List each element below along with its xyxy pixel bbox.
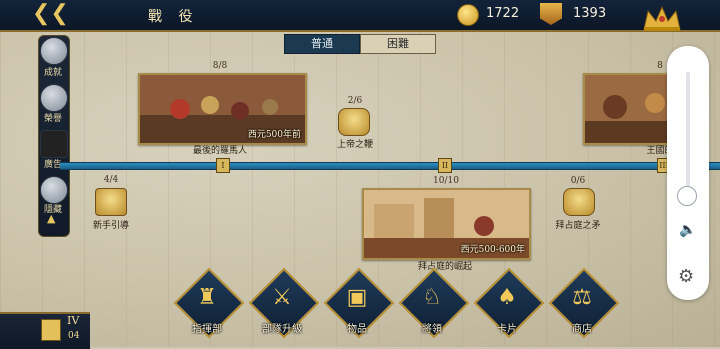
- campaign-progress: 8: [657, 61, 663, 71]
- difficulty-toggle: 普通 困難: [284, 34, 436, 54]
- page-title: 戰 役: [148, 9, 199, 25]
- chevron-up-icon[interactable]: ▲: [47, 212, 55, 225]
- menu-label-upgrade: 部隊升級: [262, 324, 302, 335]
- crossed-swords-icon: ⚔: [272, 285, 292, 310]
- gauntlet-icon[interactable]: [40, 176, 68, 204]
- era-marker-1: I: [216, 158, 230, 173]
- campaign-card-byzantium[interactable]: 西元500-600年: [362, 188, 531, 260]
- lotus-node-icon[interactable]: [338, 108, 370, 136]
- crown-icon[interactable]: [640, 3, 684, 33]
- castle-icon: ♜: [197, 285, 217, 310]
- gold-coin-icon: [457, 4, 479, 26]
- menu-label-shop: 商店: [572, 324, 592, 335]
- menu-label-items: 物品: [347, 324, 367, 335]
- campaign-title: 新手引導: [92, 221, 129, 231]
- sidebar-label-achievements: 成就: [43, 68, 62, 78]
- campaign-progress: 10/10: [433, 176, 459, 186]
- medal-count: 1393: [573, 6, 607, 21]
- gear-icon[interactable]: ⚙: [678, 266, 694, 287]
- speaker-icon[interactable]: 🔈: [679, 222, 696, 238]
- medal-icon: [540, 3, 562, 25]
- volume-slider[interactable]: [686, 72, 690, 192]
- scales-icon: ⚖: [572, 285, 592, 310]
- level-label: IV: [67, 314, 80, 327]
- campaign-era: 西元500年前: [247, 130, 301, 140]
- menu-label-hq: 指揮部: [192, 324, 222, 335]
- lotus-node-icon[interactable]: [563, 188, 595, 216]
- campaign-title: 拜占庭之矛: [555, 221, 601, 231]
- tab-hard[interactable]: 困難: [360, 34, 436, 54]
- top-bar: ❮❮ 戰 役 1722 1393: [0, 0, 720, 32]
- volume-slider-knob[interactable]: [677, 186, 697, 206]
- save-icon[interactable]: [41, 319, 61, 341]
- level-sub-label: 04: [68, 331, 80, 341]
- chest-icon: ▣: [346, 285, 368, 310]
- back-arrow-icon[interactable]: ❮❮: [32, 2, 69, 26]
- sword-icon[interactable]: [40, 84, 68, 112]
- campaign-progress: 2/6: [347, 96, 363, 106]
- campaign-progress: 4/4: [103, 175, 119, 185]
- campaign-era: 西元500-600年: [460, 245, 525, 255]
- timeline: [60, 162, 720, 170]
- menu-label-cards: 卡片: [497, 324, 517, 335]
- trophy-icon[interactable]: [40, 37, 68, 65]
- gold-count: 1722: [486, 6, 520, 21]
- era-marker-2: II: [438, 158, 452, 173]
- campaign-card-last-roman[interactable]: 西元500年前: [138, 73, 307, 145]
- film-icon[interactable]: [40, 130, 68, 158]
- tab-normal[interactable]: 普通: [284, 34, 360, 54]
- campaign-progress: 8/8: [212, 61, 228, 71]
- campaign-title: 最後的羅馬人: [192, 146, 247, 156]
- tutorial-node-icon[interactable]: [95, 188, 127, 216]
- menu-label-generals: 將領: [422, 324, 442, 335]
- campaign-title: 拜占庭的崛起: [417, 262, 472, 272]
- cards-icon: ♠: [497, 285, 517, 310]
- helmet-icon: ♘: [422, 285, 442, 310]
- sidebar-label-honor: 榮譽: [43, 114, 62, 124]
- campaign-title: 上帝之鞭: [336, 140, 373, 150]
- campaign-progress: 0/6: [570, 176, 586, 186]
